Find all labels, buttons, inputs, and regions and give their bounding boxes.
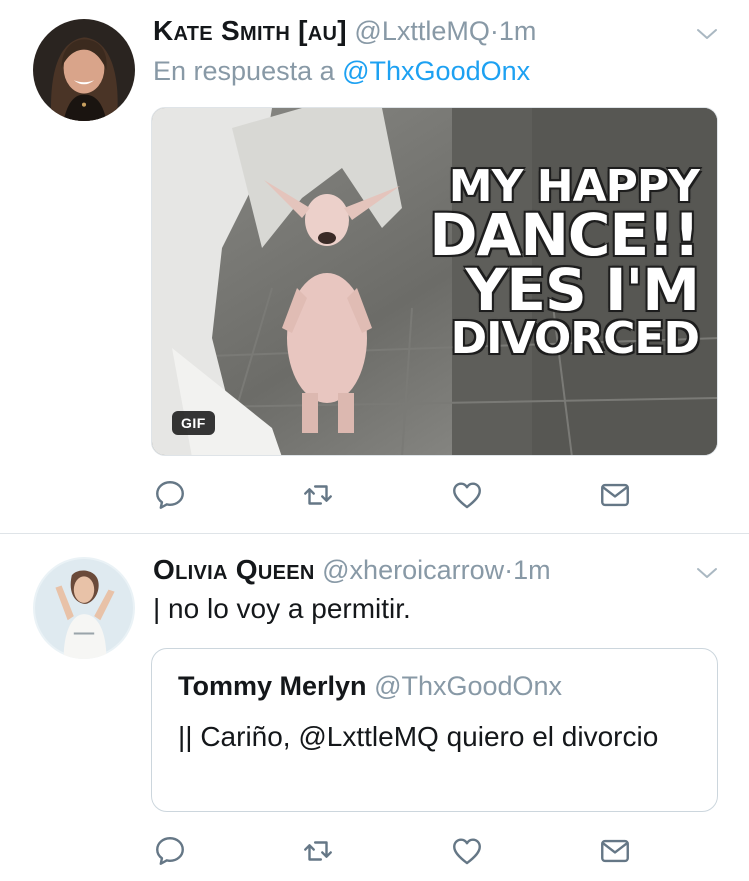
quote-text: || Cariño, @LxttleMQ quiero el divorcio	[178, 721, 659, 752]
tweet-header: Kate Smith [au] @LxttleMQ·1m	[153, 15, 689, 47]
reply-prefix: En respuesta a	[153, 56, 335, 86]
handle[interactable]: @xheroicarrow	[322, 555, 504, 585]
gif-caption-line: DIVORCED	[450, 312, 700, 364]
quote-display-name: Tommy Merlyn	[178, 671, 367, 701]
quote-handle: @ThxGoodOnx	[374, 671, 563, 701]
reply-icon[interactable]	[152, 833, 188, 869]
tweet-text: | no lo voy a permitir.	[153, 593, 411, 624]
retweet-icon[interactable]	[300, 833, 336, 869]
chevron-down-icon[interactable]	[695, 22, 719, 46]
quoted-tweet[interactable]: Tommy Merlyn @ThxGoodOnx || Cariño, @Lxt…	[151, 648, 718, 812]
avatar[interactable]	[33, 19, 135, 121]
tweet[interactable]: Olivia Queen @xheroicarrow·1m | no lo vo…	[0, 535, 749, 881]
message-icon[interactable]	[597, 477, 633, 513]
timestamp[interactable]: 1m	[513, 555, 551, 585]
gif-media[interactable]: MY HAPPY DANCE!! YES I'M DIVORCED GIF	[151, 107, 718, 456]
reply-mention-link[interactable]: @ThxGoodOnx	[342, 56, 530, 86]
gif-badge: GIF	[172, 411, 215, 435]
quote-header: Tommy Merlyn @ThxGoodOnx	[178, 671, 562, 702]
message-icon[interactable]	[597, 833, 633, 869]
like-icon[interactable]	[449, 833, 485, 869]
tweet[interactable]: Kate Smith [au] @LxttleMQ·1m En respuest…	[0, 0, 749, 534]
handle[interactable]: @LxttleMQ	[354, 16, 489, 46]
timestamp[interactable]: 1m	[499, 16, 537, 46]
gif-caption: MY HAPPY DANCE!! YES I'M DIVORCED	[429, 165, 700, 364]
chevron-down-icon[interactable]	[695, 561, 719, 585]
avatar[interactable]	[33, 557, 135, 659]
separator: ·	[504, 555, 514, 585]
tweet-header: Olivia Queen @xheroicarrow·1m	[153, 554, 689, 586]
display-name[interactable]: Kate Smith [au]	[153, 15, 347, 46]
retweet-icon[interactable]	[300, 477, 336, 513]
tweet-actions	[0, 477, 749, 517]
like-icon[interactable]	[449, 477, 485, 513]
reply-icon[interactable]	[152, 477, 188, 513]
tweet-actions	[0, 833, 749, 873]
gif-caption-line: DANCE!!	[429, 200, 700, 269]
separator: ·	[489, 16, 499, 46]
reply-context: En respuesta a @ThxGoodOnx	[153, 56, 530, 87]
gif-caption-line: YES I'M	[465, 255, 700, 324]
display-name[interactable]: Olivia Queen	[153, 554, 315, 585]
